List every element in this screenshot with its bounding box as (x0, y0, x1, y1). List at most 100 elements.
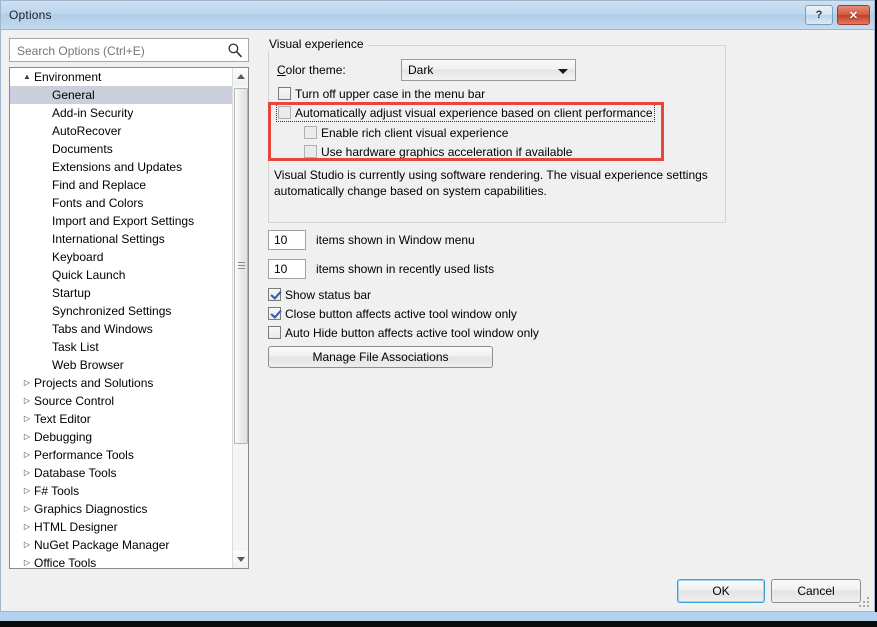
search-input[interactable] (15, 43, 219, 59)
checkbox-auto-adjust-label: Automatically adjust visual experience b… (295, 106, 653, 120)
tree-item-label: Extensions and Updates (52, 160, 183, 174)
checkbox-close-button-behavior[interactable]: Close button affects active tool window … (268, 307, 517, 321)
tree-item-label: General (52, 88, 95, 102)
tree-item-tabs-and-windows[interactable]: Tabs and Windows (10, 320, 232, 338)
chevron-down-icon[interactable] (558, 69, 568, 74)
tree-item-label: Fonts and Colors (52, 196, 144, 210)
tree-item-fonts-and-colors[interactable]: Fonts and Colors (10, 194, 232, 212)
tree-scrollbar[interactable] (232, 68, 248, 568)
tree-item-synchronized-settings[interactable]: Synchronized Settings (10, 302, 232, 320)
checkbox-autohide-button-behavior-label: Auto Hide button affects active tool win… (285, 326, 539, 340)
tree-item-autorecover[interactable]: AutoRecover (10, 122, 232, 140)
search-options-box[interactable] (9, 38, 249, 62)
tree-item-keyboard[interactable]: Keyboard (10, 248, 232, 266)
tree-item-quick-launch[interactable]: Quick Launch (10, 266, 232, 284)
recent-lists-items-label: items shown in recently used lists (316, 262, 494, 276)
recent-lists-items-input[interactable]: 10 (268, 259, 306, 279)
checkbox-show-status-bar[interactable]: Show status bar (268, 288, 371, 302)
close-icon[interactable]: ✕ (837, 5, 870, 25)
tree-item-label: Graphics Diagnostics (34, 502, 148, 516)
background-window-dark-strip (0, 621, 877, 627)
checkbox-box[interactable] (304, 126, 317, 139)
checkbox-hardware-acceleration[interactable]: Use hardware graphics acceleration if av… (304, 145, 572, 159)
collapsed-arrow-icon[interactable]: ▷ (20, 482, 34, 500)
checkbox-autohide-button-behavior[interactable]: Auto Hide button affects active tool win… (268, 326, 539, 340)
tree-item-startup[interactable]: Startup (10, 284, 232, 302)
color-theme-label: Color theme: (277, 63, 346, 77)
tree-item-web-browser[interactable]: Web Browser (10, 356, 232, 374)
collapsed-arrow-icon[interactable]: ▷ (20, 446, 34, 464)
rendering-description: Visual Studio is currently using softwar… (274, 168, 708, 198)
collapsed-arrow-icon[interactable]: ▷ (20, 374, 34, 392)
recent-lists-items-label-text: items shown in recently used lists (316, 262, 495, 276)
tree-item-environment[interactable]: ▲ Environment (10, 68, 232, 86)
checkbox-box[interactable] (268, 288, 281, 301)
collapsed-arrow-icon[interactable]: ▷ (20, 410, 34, 428)
tree-item-label: Performance Tools (34, 448, 134, 462)
checkbox-box[interactable] (278, 87, 291, 100)
scroll-down-icon[interactable] (233, 551, 248, 568)
tree-item-label: Web Browser (52, 358, 124, 372)
checkbox-auto-adjust-visual-experience[interactable]: Automatically adjust visual experience b… (276, 104, 655, 122)
tree-item-database-tools[interactable]: ▷ Database Tools (10, 464, 232, 482)
tree-item-label: Task List (52, 340, 99, 354)
cancel-button[interactable]: Cancel (771, 579, 861, 603)
collapsed-arrow-icon[interactable]: ▷ (20, 428, 34, 446)
checkbox-box[interactable] (268, 326, 281, 339)
tree-item-label: Office Tools (34, 556, 97, 569)
checkbox-enable-rich-client[interactable]: Enable rich client visual experience (304, 126, 508, 140)
search-icon[interactable] (227, 42, 243, 58)
collapsed-arrow-icon[interactable]: ▷ (20, 464, 34, 482)
tree-item-html-designer[interactable]: ▷ HTML Designer (10, 518, 232, 536)
help-button[interactable]: ? (805, 5, 833, 25)
visual-experience-group-title: Visual experience (265, 37, 368, 51)
tree-item-text-editor[interactable]: ▷ Text Editor (10, 410, 232, 428)
window-menu-items-input[interactable]: 10 (268, 230, 306, 250)
resize-grip-icon[interactable] (859, 597, 871, 609)
checkbox-turn-off-upper-case-label: Turn off upper case in the menu bar (295, 87, 486, 101)
expanded-arrow-icon[interactable]: ▲ (20, 68, 34, 86)
tree-item-source-control[interactable]: ▷ Source Control (10, 392, 232, 410)
color-theme-dropdown[interactable]: Dark (401, 59, 576, 81)
tree-item-label: Keyboard (52, 250, 104, 264)
tree-item-projects-and-solutions[interactable]: ▷ Projects and Solutions (10, 374, 232, 392)
tree-item-label: Debugging (34, 430, 93, 444)
tree-item-extensions-and-updates[interactable]: Extensions and Updates (10, 158, 232, 176)
collapsed-arrow-icon[interactable]: ▷ (20, 536, 34, 554)
tree-item-import-and-export-settings[interactable]: Import and Export Settings (10, 212, 232, 230)
manage-file-associations-button[interactable]: Manage File Associations (268, 346, 493, 368)
collapsed-arrow-icon[interactable]: ▷ (20, 554, 34, 568)
collapsed-arrow-icon[interactable]: ▷ (20, 518, 34, 536)
tree-item-general[interactable]: General (10, 86, 232, 104)
tree-item-label: Documents (52, 142, 113, 156)
options-dialog: Options ? ✕ ▲Environment General Add-in Se… (0, 0, 875, 612)
scroll-up-icon[interactable] (233, 68, 248, 85)
tree-item-add-in-security[interactable]: Add-in Security (10, 104, 232, 122)
checkbox-hardware-acceleration-label: Use hardware graphics acceleration if av… (321, 145, 573, 159)
checkbox-box[interactable] (268, 307, 281, 320)
checkbox-box[interactable] (278, 106, 291, 119)
tree-item-office-tools[interactable]: ▷ Office Tools (10, 554, 232, 569)
tree-item-label: Environment (34, 70, 102, 84)
options-tree[interactable]: ▲ Environment General Add-in Security AutoRe… (9, 67, 249, 569)
tree-item-performance-tools[interactable]: ▷ Performance Tools (10, 446, 232, 464)
tree-item-documents[interactable]: Documents (10, 140, 232, 158)
scrollbar-thumb[interactable] (234, 88, 248, 444)
checkbox-box[interactable] (304, 145, 317, 158)
tree-item-f-tools[interactable]: ▷ F# Tools (10, 482, 232, 500)
tree-item-international-settings[interactable]: International Settings (10, 230, 232, 248)
tree-item-label: Startup (52, 286, 91, 300)
tree-item-find-and-replace[interactable]: Find and Replace (10, 176, 232, 194)
ok-button[interactable]: OK (677, 579, 765, 603)
tree-item-debugging[interactable]: ▷ Debugging (10, 428, 232, 446)
checkbox-turn-off-upper-case[interactable]: Turn off upper case in the menu bar (278, 87, 485, 101)
tree-item-task-list[interactable]: Task List (10, 338, 232, 356)
title-bar[interactable]: Options ? ✕ (1, 1, 874, 30)
collapsed-arrow-icon[interactable]: ▷ (20, 392, 34, 410)
tree-item-label: HTML Designer (34, 520, 118, 534)
tree-item-nuget-package-manager[interactable]: ▷ NuGet Package Manager (10, 536, 232, 554)
tree-item-label: Database Tools (34, 466, 117, 480)
color-theme-value: Dark (408, 63, 434, 77)
collapsed-arrow-icon[interactable]: ▷ (20, 500, 34, 518)
tree-item-graphics-diagnostics[interactable]: ▷ Graphics Diagnostics (10, 500, 232, 518)
